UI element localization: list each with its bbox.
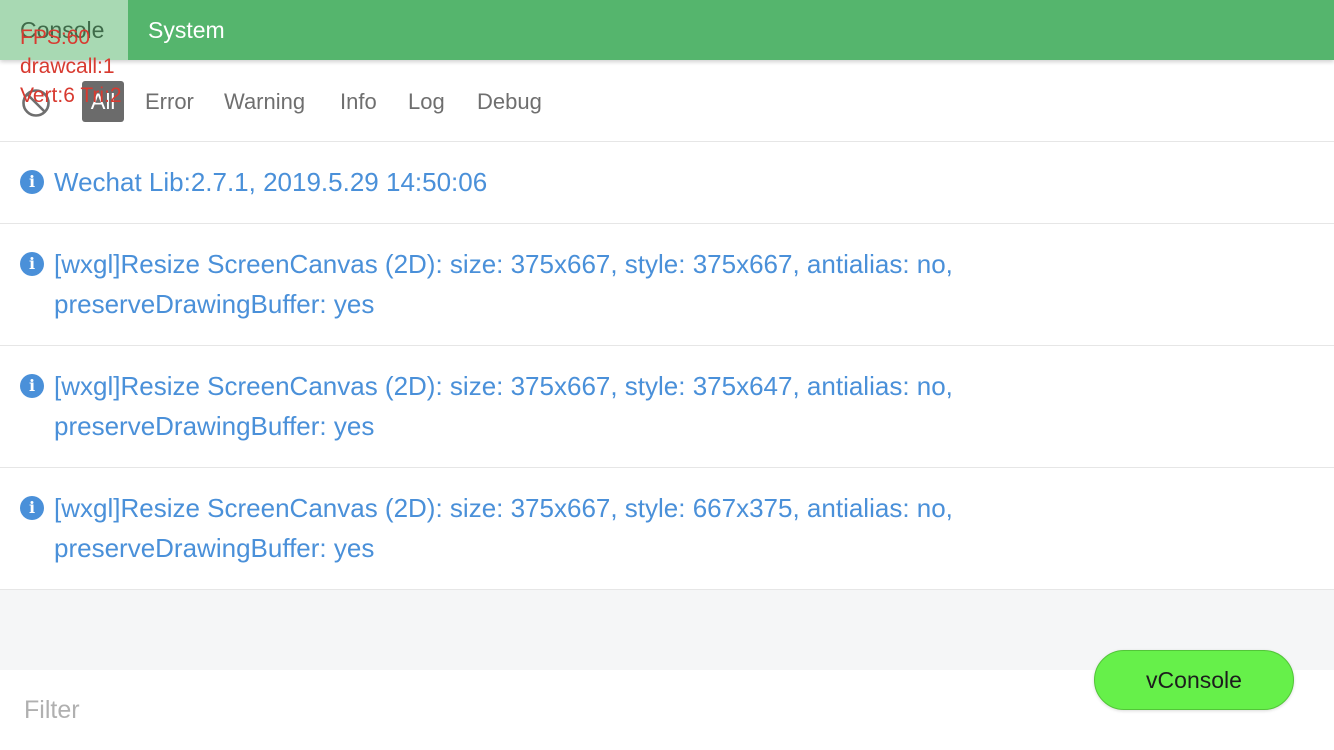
level-filter-log[interactable]: Log [408, 81, 445, 122]
tab-bar: Console System [0, 0, 1334, 60]
vconsole-panel: Console System All Error Warning Info Lo… [0, 0, 1334, 750]
level-filter-info[interactable]: Info [340, 81, 377, 122]
log-message: [wxgl]Resize ScreenCanvas (2D): size: 37… [54, 493, 953, 563]
level-filter-error[interactable]: Error [145, 81, 194, 122]
info-icon: i [20, 252, 44, 276]
vconsole-toggle-button[interactable]: vConsole [1094, 650, 1294, 710]
log-message: [wxgl]Resize ScreenCanvas (2D): size: 37… [54, 249, 953, 319]
info-icon: i [20, 170, 44, 194]
log-entry: i Wechat Lib:2.7.1, 2019.5.29 14:50:06 [0, 142, 1334, 224]
info-icon: i [20, 496, 44, 520]
log-message: [wxgl]Resize ScreenCanvas (2D): size: 37… [54, 371, 953, 441]
tab-system[interactable]: System [148, 0, 225, 60]
clear-icon[interactable] [21, 88, 51, 118]
log-level-toolbar: All Error Warning Info Log Debug [0, 60, 1334, 142]
level-filter-warning[interactable]: Warning [224, 81, 305, 122]
level-filter-all[interactable]: All [82, 81, 124, 122]
tab-console[interactable]: Console [0, 0, 128, 60]
log-message: Wechat Lib:2.7.1, 2019.5.29 14:50:06 [54, 167, 488, 197]
log-entry: i [wxgl]Resize ScreenCanvas (2D): size: … [0, 224, 1334, 346]
log-entry: i [wxgl]Resize ScreenCanvas (2D): size: … [0, 346, 1334, 468]
info-icon: i [20, 374, 44, 398]
level-filter-debug[interactable]: Debug [477, 81, 542, 122]
log-entry: i [wxgl]Resize ScreenCanvas (2D): size: … [0, 468, 1334, 590]
